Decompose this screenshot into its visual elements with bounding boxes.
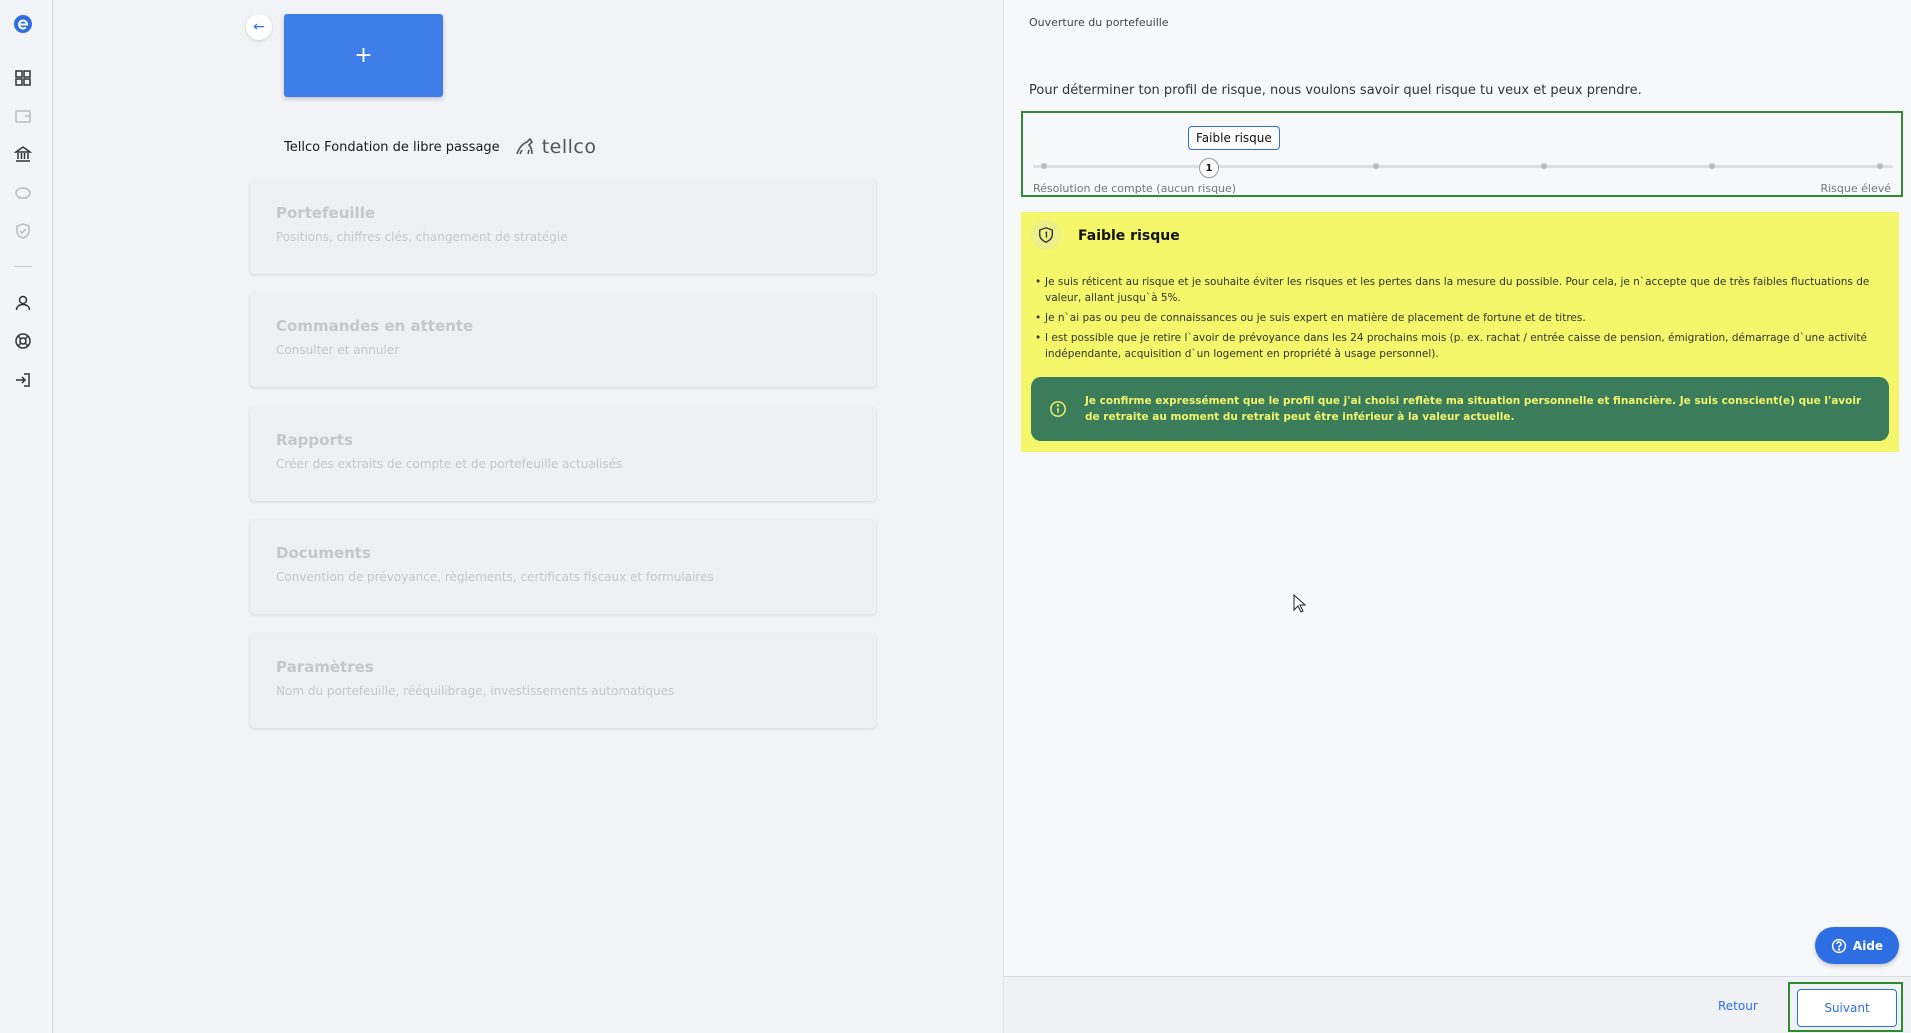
portfolio-overview-panel: ← + Tellco Fondation de libre passage te…	[54, 0, 1002, 1033]
slider-track[interactable]	[1033, 165, 1893, 168]
card-parametres[interactable]: Paramètres Nom du portefeuille, rééquili…	[250, 634, 876, 728]
card-subtitle: Consulter et annuler	[276, 343, 400, 357]
panel-title: Ouverture du portefeuille	[1029, 16, 1169, 29]
confirmation-text: Je confirme expressément que le profil q…	[1085, 395, 1862, 423]
card-rapports[interactable]: Rapports Créer des extraits de compte et…	[250, 407, 876, 501]
wallet-icon[interactable]	[12, 105, 34, 127]
slider-step[interactable]	[1041, 163, 1047, 169]
plus-icon: +	[354, 43, 373, 68]
portfolio-opening-panel: Ouverture du portefeuille Pour détermine…	[1003, 0, 1911, 1033]
slider-step[interactable]	[1709, 163, 1715, 169]
lifebuoy-icon[interactable]	[12, 330, 34, 352]
dashboard-icon[interactable]	[12, 67, 34, 89]
card-title: Paramètres	[276, 658, 374, 676]
list-item: Je suis réticent au risque et je souhait…	[1035, 274, 1885, 306]
confirmation-notice: Je confirme expressément que le profil q…	[1031, 377, 1889, 441]
slider-step[interactable]	[1373, 163, 1379, 169]
arrow-left-icon: ←	[253, 19, 265, 35]
foundation-header: Tellco Fondation de libre passage tellco	[284, 136, 596, 158]
slider-tooltip: Faible risque	[1188, 126, 1280, 150]
card-subtitle: Positions, chiffres clés, changement de …	[276, 230, 568, 244]
shield-icon	[1031, 220, 1061, 250]
shield-icon[interactable]	[12, 220, 34, 242]
risk-profile-panel: Faible risque Je suis réticent au risque…	[1021, 212, 1899, 452]
sidebar	[0, 0, 53, 1033]
back-button[interactable]: Retour	[1718, 999, 1758, 1013]
info-icon	[1050, 401, 1066, 417]
sidebar-divider	[14, 266, 32, 267]
card-portefeuille[interactable]: Portefeuille Positions, chiffres clés, c…	[250, 180, 876, 274]
slider-max-label: Risque élevé	[1820, 182, 1891, 195]
slider-step[interactable]	[1541, 163, 1547, 169]
list-item: Je n`ai pas ou peu de connaissances ou j…	[1035, 310, 1885, 326]
card-subtitle: Convention de prévoyance, règlements, ce…	[276, 570, 714, 584]
card-documents[interactable]: Documents Convention de prévoyance, règl…	[250, 520, 876, 614]
tellco-wordmark: tellco	[541, 136, 597, 158]
mouse-cursor-icon	[1293, 594, 1307, 613]
risk-description-list: Je suis réticent au risque et je souhait…	[1035, 274, 1885, 366]
user-icon[interactable]	[12, 292, 34, 314]
risk-slider[interactable]: Faible risque 1 Résolution de compte (au…	[1021, 111, 1903, 197]
question-icon	[1831, 938, 1847, 953]
piggy-bank-icon[interactable]	[12, 181, 34, 203]
foundation-name: Tellco Fondation de libre passage	[284, 139, 500, 155]
card-subtitle: Créer des extraits de compte et de porte…	[276, 457, 623, 471]
card-commandes[interactable]: Commandes en attente Consulter et annule…	[250, 293, 876, 387]
slider-min-label: Résolution de compte (aucun risque)	[1033, 182, 1237, 195]
list-item: I est possible que je retire l`avoir de …	[1035, 330, 1885, 362]
bank-icon[interactable]	[12, 143, 34, 165]
tellco-logo: tellco	[514, 136, 597, 158]
card-title: Commandes en attente	[276, 317, 474, 335]
next-button[interactable]: Suivant	[1797, 989, 1897, 1027]
intro-text: Pour déterminer ton profil de risque, no…	[1029, 83, 1642, 98]
card-title: Portefeuille	[276, 204, 376, 222]
logout-icon[interactable]	[12, 369, 34, 391]
help-button[interactable]: Aide	[1815, 927, 1899, 964]
risk-profile-title: Faible risque	[1078, 228, 1180, 244]
back-arrow-button[interactable]: ←	[246, 14, 272, 40]
card-title: Rapports	[276, 431, 353, 449]
slider-step[interactable]	[1877, 163, 1883, 169]
app-logo-icon[interactable]	[12, 13, 34, 35]
add-portfolio-button[interactable]: +	[284, 14, 443, 97]
help-label: Aide	[1852, 938, 1884, 953]
slider-thumb[interactable]: 1	[1199, 158, 1219, 178]
card-subtitle: Nom du portefeuille, rééquilibrage, inve…	[276, 684, 675, 698]
card-title: Documents	[276, 544, 371, 562]
tellco-horse-icon	[515, 137, 533, 155]
wizard-footer: Retour Suivant	[1004, 976, 1911, 1033]
